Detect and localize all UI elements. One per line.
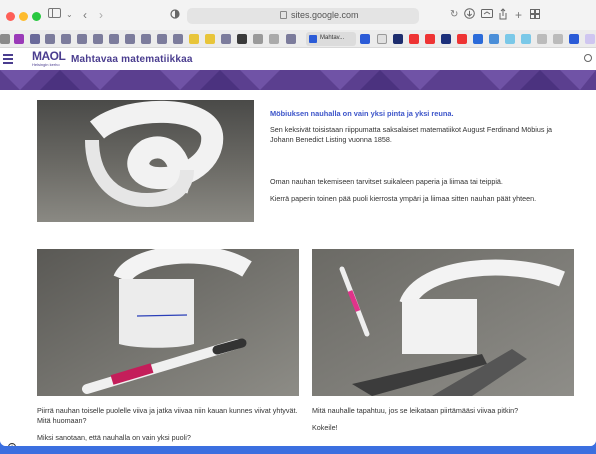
bookmark-icon[interactable] [521, 34, 531, 44]
bookmark-icon[interactable] [425, 34, 435, 44]
right-caption-2: Kokeile! [312, 423, 338, 432]
bookmark-icon[interactable] [473, 34, 483, 44]
site-logo[interactable]: MAOL Helsingin kerho [32, 49, 66, 69]
bookmark-mahtavaa[interactable]: Mahtav... [306, 32, 356, 46]
bookmark-icon[interactable] [553, 34, 563, 44]
info-icon[interactable]: i [8, 443, 16, 446]
new-tab-icon[interactable]: + [515, 8, 522, 22]
bookmark-icon[interactable] [221, 34, 231, 44]
bookmark-icon[interactable] [253, 34, 263, 44]
bookmark-icon[interactable] [173, 34, 183, 44]
bookmark-icon[interactable] [205, 34, 215, 44]
bookmark-icon[interactable] [0, 34, 10, 44]
bookmark-icon[interactable] [237, 34, 247, 44]
browser-window: ⌄ ‹ › sites.google.com ↻ + Mahtav... MAO… [0, 0, 596, 446]
bookmark-label: Mahtav... [320, 35, 345, 41]
download-icon[interactable] [464, 8, 475, 22]
bookmark-icon[interactable] [393, 34, 403, 44]
logo-subtext: Helsingin kerho [32, 62, 60, 67]
bookmark-icon[interactable] [537, 34, 547, 44]
intro-paragraph: Sen keksivät toisistaan riippumatta saks… [270, 125, 553, 144]
bookmark-icon[interactable] [77, 34, 87, 44]
scissors-cut-photo [312, 249, 574, 396]
desktop-background: ⌄ ‹ › sites.google.com ↻ + Mahtav... MAO… [0, 0, 596, 454]
lock-icon [280, 11, 287, 19]
instructions-paragraph: Kierrä paperin toinen pää puoli kierrost… [270, 194, 537, 203]
section-heading: Möbiuksen nauhalla on vain yksi pinta ja… [270, 109, 454, 118]
bookmark-icon[interactable] [157, 34, 167, 44]
bookmark-icon[interactable] [441, 34, 451, 44]
main-content: Möbiuksen nauhalla on vain yksi pinta ja… [0, 90, 596, 446]
bookmark-icon[interactable] [61, 34, 71, 44]
extension-icon[interactable] [481, 8, 494, 22]
bookmark-icon[interactable] [286, 34, 296, 44]
bookmark-icon[interactable] [585, 34, 595, 44]
share-icon[interactable] [498, 8, 508, 23]
materials-paragraph: Oman nauhan tekemiseen tarvitset suikale… [270, 177, 503, 186]
tab-overview-icon[interactable] [530, 8, 540, 22]
reload-icon[interactable]: ↻ [450, 8, 458, 22]
mobius-strip-photo [37, 100, 254, 222]
menu-icon[interactable] [3, 54, 13, 66]
chevron-down-icon[interactable]: ⌄ [66, 8, 73, 22]
sidebar-icon[interactable] [48, 8, 62, 22]
left-caption-1: Piirrä nauhan toiselle puolelle viiva ja… [37, 406, 298, 425]
bookmark-icon[interactable] [377, 34, 387, 44]
bookmark-icon[interactable] [269, 34, 279, 44]
close-window-button[interactable] [6, 12, 15, 21]
forward-icon[interactable]: › [99, 8, 103, 22]
drawing-line-photo [37, 249, 299, 396]
minimize-window-button[interactable] [19, 12, 28, 21]
header-banner [0, 70, 596, 90]
site-title[interactable]: Mahtavaa matematiikkaa [71, 54, 193, 65]
bookmarks-bar: Mahtav... [0, 30, 596, 48]
bookmark-icon[interactable] [457, 34, 467, 44]
logo-text: MAOL [32, 49, 66, 63]
bookmark-icon[interactable] [45, 34, 55, 44]
bookmark-icon[interactable] [14, 34, 24, 44]
search-icon[interactable] [584, 54, 592, 62]
bookmark-icon[interactable] [141, 34, 151, 44]
bookmark-icon[interactable] [109, 34, 119, 44]
right-caption-1: Mitä nauhalle tapahtuu, jos se leikataan… [312, 406, 519, 415]
address-bar[interactable]: sites.google.com [187, 8, 419, 24]
left-caption-2: Miksi sanotaan, että nauhalla on vain yk… [37, 433, 191, 442]
bookmark-icon[interactable] [505, 34, 515, 44]
url-text: sites.google.com [291, 10, 359, 20]
bookmark-icon[interactable] [189, 34, 199, 44]
bookmark-icon[interactable] [569, 34, 579, 44]
bookmark-icon[interactable] [30, 34, 40, 44]
bookmark-icon[interactable] [409, 34, 419, 44]
bookmark-icon[interactable] [489, 34, 499, 44]
site-icon [309, 35, 317, 43]
browser-toolbar: ⌄ ‹ › sites.google.com ↻ + [0, 0, 596, 30]
zoom-window-button[interactable] [32, 12, 41, 21]
bookmark-icon[interactable] [93, 34, 103, 44]
back-icon[interactable]: ‹ [83, 8, 87, 22]
bookmark-icon[interactable] [125, 34, 135, 44]
site-header: MAOL Helsingin kerho Mahtavaa matematiik… [0, 48, 596, 70]
bookmark-icon[interactable] [360, 34, 370, 44]
privacy-icon[interactable] [170, 8, 180, 23]
